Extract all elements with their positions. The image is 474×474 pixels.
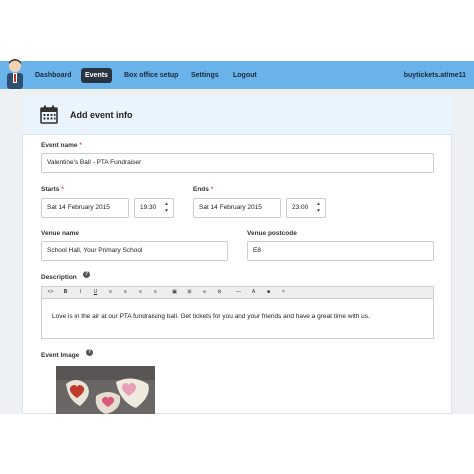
- text-color-icon[interactable]: A: [249, 287, 258, 298]
- nav-settings[interactable]: Settings: [191, 68, 219, 83]
- italic-icon[interactable]: I: [76, 287, 85, 298]
- start-time-select[interactable]: 19:30 ▲ ▼: [134, 198, 174, 218]
- end-time-select[interactable]: 23:00 ▲ ▼: [286, 198, 326, 218]
- clear-format-icon[interactable]: ×: [279, 287, 288, 298]
- nav-logout[interactable]: Logout: [233, 68, 257, 83]
- event-name-input[interactable]: Valentine's Ball - PTA Fundraiser: [41, 153, 434, 173]
- background-color-icon[interactable]: ■: [264, 287, 273, 298]
- description-editor[interactable]: Love is in the air at our PTA fundraisin…: [41, 299, 434, 339]
- event-image-label: Event Image: [41, 352, 80, 359]
- calendar-icon: [40, 105, 58, 124]
- underline-icon[interactable]: U: [91, 287, 100, 298]
- table-icon[interactable]: ⊞: [185, 287, 194, 298]
- numbered-list-icon[interactable]: ≡: [151, 287, 160, 298]
- bold-icon[interactable]: B: [61, 287, 70, 298]
- event-image-thumbnail[interactable]: [56, 366, 155, 414]
- link-icon[interactable]: ∞: [200, 287, 209, 298]
- card-title: Add event info: [70, 110, 133, 120]
- help-icon[interactable]: ?: [86, 349, 93, 356]
- unlink-icon[interactable]: ⊘: [215, 287, 224, 298]
- venue-postcode-label: Venue postcode: [247, 230, 297, 237]
- avatar: [7, 59, 23, 89]
- venue-name-input[interactable]: School Hall, Your Primary School: [41, 241, 228, 261]
- select-arrows-icon: ▲ ▼: [316, 201, 321, 214]
- ends-label: Ends *: [193, 186, 214, 193]
- start-date-input[interactable]: Sat 14 February 2015: [41, 198, 129, 218]
- align-center-icon[interactable]: ≡: [121, 287, 130, 298]
- image-icon[interactable]: ▣: [170, 287, 179, 298]
- site-url-link[interactable]: buytickets.at/me11: [404, 68, 466, 83]
- description-label: Description: [41, 274, 77, 281]
- venue-postcode-input[interactable]: E8: [247, 241, 434, 261]
- nav-events[interactable]: Events: [81, 68, 112, 83]
- help-icon[interactable]: ?: [83, 271, 90, 278]
- bullet-list-icon[interactable]: ≡: [136, 287, 145, 298]
- venue-name-label: Venue name: [41, 230, 79, 237]
- align-left-icon[interactable]: ≡: [106, 287, 115, 298]
- event-name-label: Event name *: [41, 142, 82, 149]
- select-arrows-icon: ▲ ▼: [164, 201, 169, 214]
- nav-dashboard[interactable]: Dashboard: [35, 68, 72, 83]
- code-view-icon[interactable]: <>: [46, 287, 55, 298]
- end-date-input[interactable]: Sat 14 February 2015: [193, 198, 281, 218]
- horizontal-rule-icon[interactable]: —: [234, 287, 243, 298]
- starts-label: Starts *: [41, 186, 64, 193]
- editor-toolbar: <> B I U ≡ ≡ ≡ ≡ ▣ ⊞ ∞ ⊘ — A ■ ×: [41, 286, 434, 299]
- nav-box-office-setup[interactable]: Box office setup: [124, 68, 178, 83]
